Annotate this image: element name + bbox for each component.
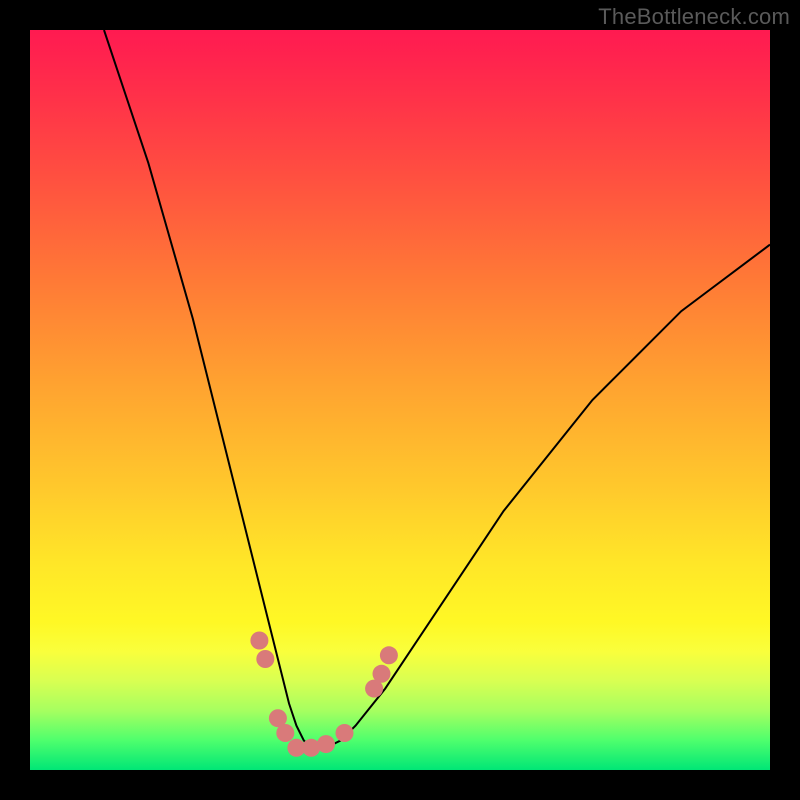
chart-marker [317, 735, 335, 753]
chart-frame: TheBottleneck.com [0, 0, 800, 800]
chart-marker [380, 646, 398, 664]
bottleneck-curve [104, 30, 770, 748]
chart-plot-area [30, 30, 770, 770]
chart-markers [250, 632, 398, 757]
chart-marker [256, 650, 274, 668]
chart-svg [30, 30, 770, 770]
chart-marker [276, 724, 294, 742]
chart-marker [250, 632, 268, 650]
chart-marker [336, 724, 354, 742]
bottleneck-curve-path [104, 30, 770, 748]
chart-marker [373, 665, 391, 683]
watermark-text: TheBottleneck.com [598, 4, 790, 30]
